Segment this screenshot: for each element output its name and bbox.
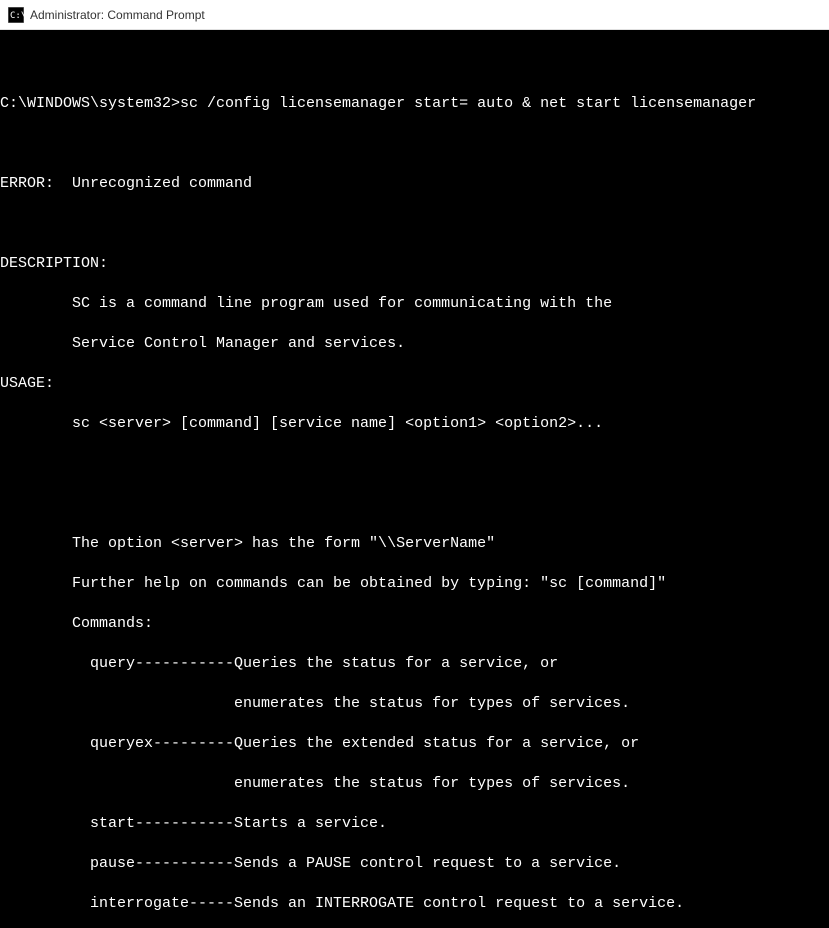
terminal-line: query-----------Queries the status for a… — [0, 654, 829, 674]
terminal-line: enumerates the status for types of servi… — [0, 694, 829, 714]
terminal-line: start-----------Starts a service. — [0, 814, 829, 834]
terminal-line: Service Control Manager and services. — [0, 334, 829, 354]
terminal-line: Further help on commands can be obtained… — [0, 574, 829, 594]
usage-header: USAGE: — [0, 374, 829, 394]
terminal-line — [0, 214, 829, 234]
description-header: DESCRIPTION: — [0, 254, 829, 274]
commands-header: Commands: — [0, 614, 829, 634]
prompt-command: sc /config licensemanager start= auto & … — [180, 95, 756, 112]
terminal-line: sc <server> [command] [service name] <op… — [0, 414, 829, 434]
window-title: Administrator: Command Prompt — [30, 8, 205, 22]
terminal-line — [0, 454, 829, 474]
terminal-output[interactable]: C:\WINDOWS\system32>sc /config licensema… — [0, 30, 829, 928]
terminal-line — [0, 54, 829, 74]
prompt-path: C:\WINDOWS\system32> — [0, 95, 180, 112]
terminal-line: SC is a command line program used for co… — [0, 294, 829, 314]
terminal-line: The option <server> has the form "\\Serv… — [0, 534, 829, 554]
cmd-icon: C:\ — [8, 7, 24, 23]
terminal-line: pause-----------Sends a PAUSE control re… — [0, 854, 829, 874]
prompt-line: C:\WINDOWS\system32>sc /config licensema… — [0, 94, 829, 114]
terminal-line — [0, 494, 829, 514]
terminal-line: queryex---------Queries the extended sta… — [0, 734, 829, 754]
error-line: ERROR: Unrecognized command — [0, 174, 829, 194]
window-titlebar: C:\ Administrator: Command Prompt — [0, 0, 829, 30]
terminal-line: interrogate-----Sends an INTERROGATE con… — [0, 894, 829, 914]
terminal-line: enumerates the status for types of servi… — [0, 774, 829, 794]
terminal-line — [0, 134, 829, 154]
svg-text:C:\: C:\ — [10, 11, 24, 21]
